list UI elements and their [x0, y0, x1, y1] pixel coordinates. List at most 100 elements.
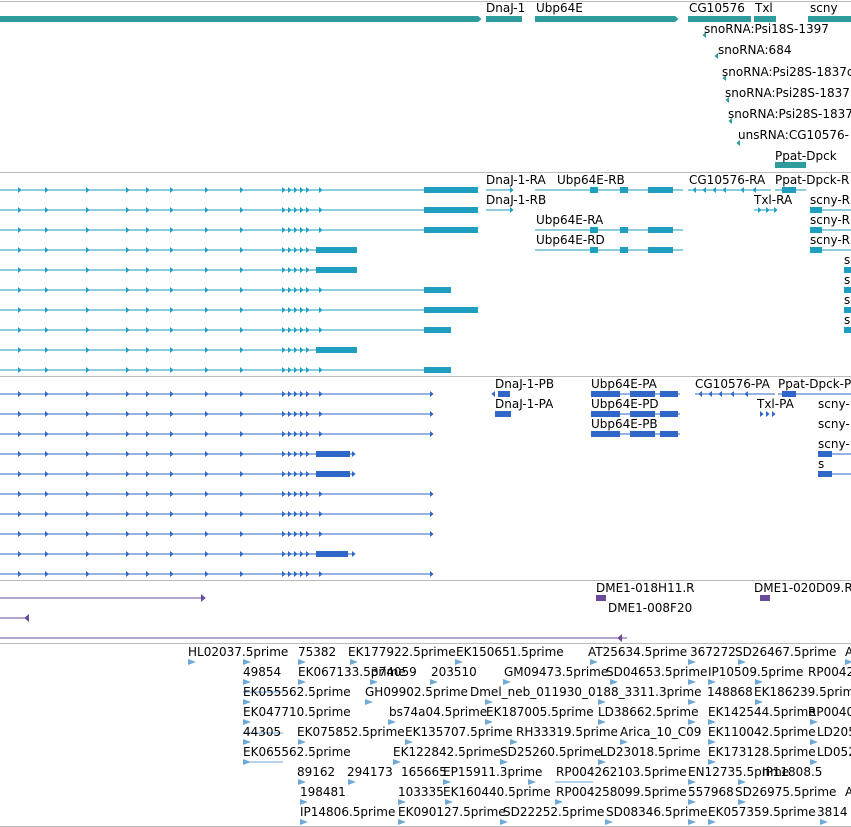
transcript-exon[interactable] [424, 327, 451, 333]
transcript-exon[interactable] [424, 307, 478, 313]
est-label[interactable]: SD04653.5prime [606, 666, 707, 679]
est-label[interactable]: 49854 [243, 666, 281, 679]
transcript-exon[interactable] [810, 247, 822, 253]
protein-block[interactable] [591, 431, 620, 437]
gene-label[interactable]: snoRNA:684 [718, 44, 791, 57]
transcript-exon[interactable] [648, 247, 673, 253]
est-label[interactable]: EK122842.5prime [393, 746, 501, 759]
est-label[interactable]: EK142544.5prime [708, 706, 816, 719]
est-label[interactable]: 89162 [297, 766, 335, 779]
est-label[interactable]: 75382 [298, 646, 336, 659]
est-feature-icon[interactable] [605, 819, 613, 825]
transcript-exon[interactable] [424, 207, 478, 213]
protein-block[interactable] [316, 471, 350, 477]
est-label[interactable]: EK135707.5prime [405, 726, 513, 739]
est-label[interactable]: IP14806.5prime [300, 806, 395, 819]
protein-block[interactable] [316, 551, 348, 557]
clone-label[interactable]: DME1-020D09.R [754, 582, 851, 595]
est-feature-icon[interactable] [188, 659, 196, 665]
transcript-exon[interactable] [424, 367, 451, 373]
est-label[interactable]: Arica_10_C09 [620, 726, 701, 739]
est-label[interactable]: EK150651.5prime [456, 646, 564, 659]
est-label[interactable]: EK047710.5prime [243, 706, 351, 719]
protein-label[interactable]: scny- [818, 418, 850, 431]
protein-label[interactable]: Ppat-Dpck-P [778, 378, 851, 391]
est-label[interactable]: A [845, 646, 851, 659]
transcript-label[interactable]: s [844, 254, 850, 267]
protein-label[interactable]: Ubp64E-PA [591, 378, 657, 391]
clone-label[interactable]: DME1-008F20 [608, 602, 692, 615]
transcript-exon[interactable] [620, 227, 628, 233]
est-label[interactable]: 103335 [398, 786, 444, 799]
est-label[interactable]: GM09473.5prime [504, 666, 608, 679]
transcript-exon[interactable] [424, 287, 451, 293]
est-feature-icon[interactable] [365, 699, 373, 705]
gene-label[interactable]: snoRNA:Psi18S-1397 [704, 23, 829, 36]
protein-label[interactable]: s [818, 458, 824, 471]
gene-label[interactable]: unsRNA:CG10576- [738, 129, 849, 142]
transcript-exon[interactable] [620, 187, 628, 193]
gene-label[interactable]: Ubp64E [536, 2, 583, 15]
gene-label[interactable]: snoRNA:Psi28S-1837 [728, 108, 851, 121]
protein-block[interactable] [818, 471, 832, 477]
est-label[interactable]: EK186239.5prime [754, 686, 851, 699]
est-label[interactable]: SD26975.5prime [735, 786, 836, 799]
est-label[interactable]: RP0042 [808, 666, 851, 679]
est-label[interactable]: EK057359.5prime [708, 806, 816, 819]
est-label[interactable]: IP11808.5 [762, 766, 822, 779]
est-label[interactable]: LD052 [817, 746, 851, 759]
transcript-exon[interactable] [648, 227, 673, 233]
transcript-label[interactable]: s [844, 294, 850, 307]
est-label[interactable]: SD22252.5prime [503, 806, 604, 819]
est-label[interactable]: IP10509.5prime [708, 666, 803, 679]
est-label[interactable]: AT25634.5prime [588, 646, 687, 659]
est-label[interactable]: 374059 [371, 666, 417, 679]
est-feature-icon[interactable] [708, 819, 716, 825]
est-label[interactable]: EK173128.5prime [708, 746, 816, 759]
est-label[interactable]: EK177922.5prime [348, 646, 456, 659]
transcript-label[interactable]: scny-R [810, 214, 850, 227]
est-label[interactable]: 3814 [817, 806, 848, 819]
est-label[interactable]: 198481 [300, 786, 346, 799]
gene-label[interactable]: snoRNA:Psi28S-1837 [725, 87, 850, 100]
est-feature-icon[interactable] [688, 819, 696, 825]
protein-label[interactable]: Txl-PA [757, 398, 794, 411]
transcript-label[interactable]: Ubp64E-RD [536, 234, 605, 247]
est-label[interactable]: 44305 [243, 726, 281, 739]
est-label[interactable]: EK187005.5prime [486, 706, 594, 719]
transcript-label[interactable]: Ppat-Dpck-R [775, 174, 849, 187]
est-label[interactable]: EK110042.5prime [708, 726, 816, 739]
gene-label[interactable]: snoRNA:Psi28S-1837c [722, 66, 851, 79]
transcript-exon[interactable] [424, 187, 478, 193]
est-label[interactable]: EK075852.5prime [297, 726, 405, 739]
transcript-label[interactable]: Ubp64E-RB [557, 174, 625, 187]
clone-end[interactable] [760, 595, 770, 601]
est-label[interactable]: 148868 [707, 686, 753, 699]
transcript-label[interactable]: Ubp64E-RA [536, 214, 603, 227]
gene-label[interactable]: Ppat-Dpck [775, 150, 837, 163]
est-feature-icon[interactable] [348, 779, 356, 785]
est-label[interactable]: LD205 [817, 726, 851, 739]
est-label[interactable]: A [845, 786, 851, 799]
transcript-label[interactable]: DnaJ-1-RA [486, 174, 546, 187]
gene-label[interactable]: CG10576 [689, 2, 745, 15]
est-label[interactable]: RP004258099.5prime [556, 786, 687, 799]
transcript-exon[interactable] [590, 187, 598, 193]
est-label[interactable]: LD38662.5prime [598, 706, 699, 719]
est-label[interactable]: SD08346.5prime [606, 806, 707, 819]
clone-label[interactable]: DME1-018H11.R [596, 582, 695, 595]
transcript-label[interactable]: s [844, 314, 850, 327]
est-label[interactable]: EK160440.5prime [443, 786, 551, 799]
protein-label[interactable]: CG10576-PA [695, 378, 770, 391]
protein-block[interactable] [316, 451, 350, 457]
clone-end[interactable] [596, 595, 606, 601]
est-label[interactable]: EK090127.5prime [398, 806, 506, 819]
est-feature-icon[interactable] [398, 819, 406, 825]
est-label[interactable]: EK065562.5prime [243, 746, 351, 759]
protein-label[interactable]: scny- [818, 438, 850, 451]
est-label[interactable]: LD23018.5prime [600, 746, 701, 759]
gene-feature[interactable] [535, 16, 675, 22]
est-feature-icon[interactable] [393, 759, 401, 765]
est-label[interactable]: HL02037.5prime [188, 646, 288, 659]
transcript-exon[interactable] [844, 327, 851, 333]
